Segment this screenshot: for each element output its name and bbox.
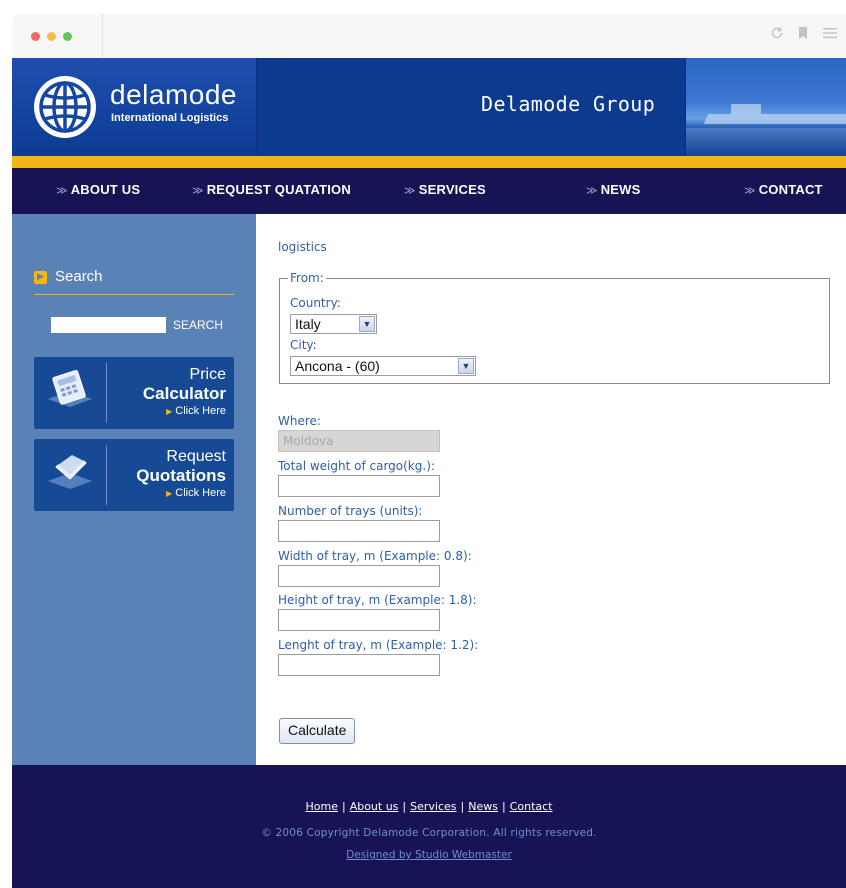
nav-label: SERVICES	[418, 182, 486, 197]
country-select[interactable]: Italy ▼	[290, 314, 377, 334]
nav-label: CONTACT	[758, 182, 823, 197]
width-field[interactable]	[278, 565, 440, 587]
triangle-right-icon: ▶	[166, 407, 173, 416]
globe-icon	[34, 76, 96, 138]
where-field	[278, 430, 440, 452]
site-header: delamode International Logistics Delamod…	[12, 58, 846, 156]
footer-link-home[interactable]: Home	[305, 800, 337, 813]
triangle-right-icon: ▶	[166, 489, 173, 498]
trays-label: Number of trays (units):	[278, 504, 423, 518]
sidebar: ▶ Search SEARCH Price Calculator ▶ Click …	[12, 214, 256, 765]
site-footer: Home | About us | Services | News | Contact © 20…	[12, 765, 846, 888]
footer-link-about[interactable]: About us	[350, 800, 399, 813]
footer-links: Home | About us | Services | News | Contact	[12, 800, 846, 813]
search-heading: ▶ Search	[34, 268, 234, 295]
link-separator: |	[501, 800, 506, 813]
click-here-label: Click Here	[175, 405, 226, 417]
click-here-label: Click Here	[175, 487, 226, 499]
nav-label: REQUEST QUATATION	[206, 182, 351, 197]
nav-services[interactable]: ≫ SERVICES	[404, 182, 486, 197]
sea-haze	[686, 128, 846, 156]
header-divider	[256, 58, 257, 156]
length-label: Lenght of tray, m (Example: 1.2):	[278, 638, 479, 652]
chevron-right-icon: ≫	[744, 185, 756, 197]
footer-link-services[interactable]: Services	[410, 800, 456, 813]
window-zoom-button[interactable]	[63, 32, 72, 41]
main-content: logistics From: Country: Italy ▼ City: A…	[256, 214, 846, 765]
trays-field[interactable]	[278, 520, 440, 542]
footer-link-contact[interactable]: Contact	[510, 800, 553, 813]
main-nav: ≫ ABOUT US ≫ REQUEST QUATATION ≫ SERVICES ≫…	[12, 168, 846, 214]
chevron-right-icon: ≫	[56, 185, 68, 197]
window-close-button[interactable]	[31, 32, 40, 41]
city-select[interactable]: Ancona - (60) ▼	[290, 356, 476, 376]
width-label: Width of tray, m (Example: 0.8):	[278, 549, 472, 563]
link-separator: |	[460, 800, 465, 813]
logo-tagline: International Logistics	[111, 112, 229, 124]
where-label: Where:	[278, 414, 321, 428]
city-value: Ancona - (60)	[295, 358, 380, 374]
request-quotations-banner[interactable]: Request Quotations ▶ Click Here	[34, 439, 234, 511]
menu-icon[interactable]	[822, 26, 838, 44]
chevron-right-icon: ≫	[586, 185, 598, 197]
toolbar-divider	[102, 14, 103, 58]
link-separator: |	[341, 800, 346, 813]
banner-divider	[106, 363, 107, 423]
browser-actions	[770, 26, 838, 44]
nav-request-quotation[interactable]: ≫ REQUEST QUATATION	[192, 182, 351, 197]
height-field[interactable]	[278, 609, 440, 631]
banner-line1: Price	[189, 366, 226, 383]
banner-line2: Calculator	[142, 384, 226, 403]
banner-click-here: ▶ Click Here	[166, 405, 226, 417]
nav-label: ABOUT US	[70, 182, 141, 197]
logo-name: delamode	[110, 79, 237, 110]
browser-toolbar	[12, 14, 846, 59]
banner-line2: Quotations	[136, 466, 226, 485]
banner-divider	[106, 445, 107, 505]
document-icon	[48, 455, 92, 489]
bullet-arrow-icon: ▶	[34, 271, 47, 284]
copyright-text: © 2006 Copyright Delamode Corporation. A…	[261, 827, 597, 839]
nav-contact[interactable]: ≫ CONTACT	[744, 182, 823, 197]
ship-hull-shape	[703, 114, 846, 124]
from-legend: From:	[290, 271, 324, 285]
search-title: Search	[55, 268, 103, 285]
site-title: Delamode Group	[481, 92, 656, 116]
chevron-right-icon: ≫	[192, 185, 204, 197]
designer-credit-link[interactable]: Designed by Studio Webmaster	[12, 849, 846, 861]
ship-cabin-shape	[731, 104, 761, 114]
chevron-right-icon: ≫	[404, 185, 416, 197]
logo[interactable]: delamode International Logistics	[12, 58, 256, 156]
calculator-icon	[48, 369, 92, 407]
weight-field[interactable]	[278, 475, 440, 497]
height-label: Height of tray, m (Example: 1.8):	[278, 593, 477, 607]
accent-bar	[12, 156, 846, 168]
city-label: City:	[290, 338, 317, 352]
search-button[interactable]: SEARCH	[173, 318, 223, 332]
banner-click-here: ▶ Click Here	[166, 487, 226, 499]
footer-link-news[interactable]: News	[468, 800, 498, 813]
nav-news[interactable]: ≫ NEWS	[586, 182, 641, 197]
window-minimize-button[interactable]	[47, 32, 56, 41]
reload-icon[interactable]	[770, 26, 784, 44]
breadcrumb[interactable]: logistics	[278, 240, 327, 254]
nav-label: NEWS	[600, 182, 641, 197]
chevron-down-icon: ▼	[359, 316, 375, 332]
bookmark-icon[interactable]	[798, 26, 808, 44]
banner-line1: Request	[166, 448, 226, 465]
search-input[interactable]	[51, 317, 166, 333]
length-field[interactable]	[278, 654, 440, 676]
calculate-button[interactable]: Calculate	[279, 718, 356, 744]
website: delamode International Logistics Delamod…	[12, 58, 846, 888]
price-calculator-banner[interactable]: Price Calculator ▶ Click Here	[34, 357, 234, 429]
header-photo-ship	[685, 58, 846, 156]
country-label: Country:	[290, 296, 341, 310]
nav-about-us[interactable]: ≫ ABOUT US	[56, 182, 140, 197]
link-separator: |	[402, 800, 407, 813]
country-value: Italy	[295, 316, 321, 332]
weight-label: Total weight of cargo(kg.):	[278, 459, 435, 473]
chevron-down-icon: ▼	[458, 358, 474, 374]
